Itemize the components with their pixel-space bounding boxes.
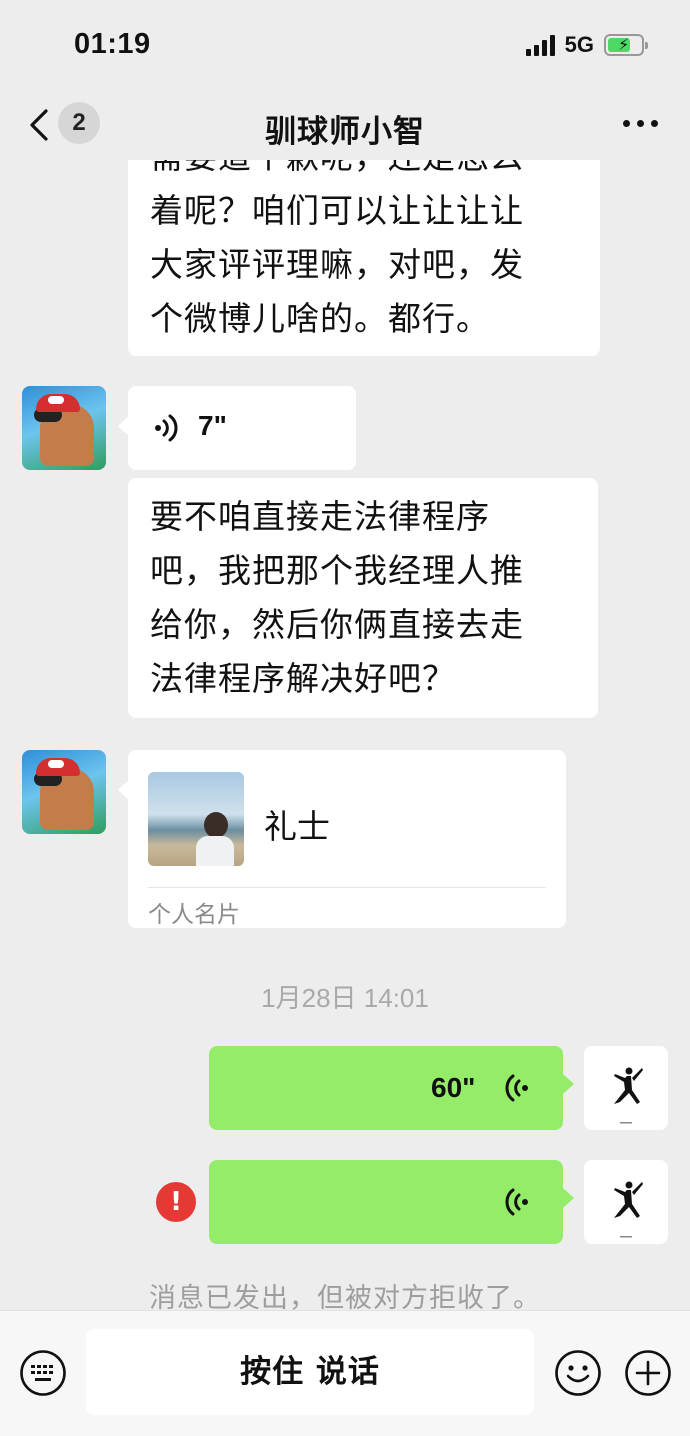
message-text-bubble[interactable]: 要不咱直接走法律程序 吧，我把那个我经理人推 给你，然后你俩直接去走 法律程序解… <box>128 478 598 718</box>
plus-icon[interactable] <box>624 1349 672 1397</box>
my-avatar[interactable] <box>584 1046 668 1130</box>
card-profile-photo <box>148 772 244 866</box>
card-contact-name: 礼士 <box>264 807 330 846</box>
voice-wave-icon <box>505 1188 528 1216</box>
voice-wave-icon <box>505 1074 528 1102</box>
contact-card-bubble[interactable]: 礼士 个人名片 <box>118 750 566 928</box>
jumpman-logo-icon <box>614 1181 643 1238</box>
message-line: 吧，我把那个我经理人推 <box>150 551 524 590</box>
message-line: 要不咱直接走法律程序 <box>150 497 490 536</box>
message-line: 给你，然后你俩直接去走 <box>150 605 524 644</box>
message-timestamp: 1月28日 14:01 <box>261 983 429 1013</box>
message-line: 需要道个歉呢，还是怎么 <box>150 160 578 184</box>
card-type-label: 个人名片 <box>148 902 240 928</box>
message-line: 法律程序解决好吧？ <box>150 659 456 698</box>
unread-count-badge[interactable]: 2 <box>58 102 100 144</box>
message-list[interactable]: 需要道个歉呢，还是怎么 着呢？咱们可以让让让让 大家评评理嘛，对吧，发 个微博儿… <box>0 160 690 1310</box>
hold-to-talk-button[interactable]: 按住 说话 <box>86 1329 534 1415</box>
my-avatar[interactable] <box>584 1160 668 1244</box>
voice-wave-icon <box>155 414 178 442</box>
message-text-bubble[interactable]: 需要道个歉呢，还是怎么 着呢？咱们可以让让让让 大家评评理嘛，对吧，发 个微博儿… <box>128 160 600 356</box>
chat-header: 驯球师小智 <box>0 90 690 160</box>
voice-duration: 7" <box>198 410 227 441</box>
rejected-notice: 消息已发出，但被对方拒收了。 <box>149 1283 541 1310</box>
battery-icon: ⚡ <box>604 34 648 56</box>
chat-title: 驯球师小智 <box>265 114 425 150</box>
sent-voice-bubble[interactable] <box>209 1160 574 1244</box>
send-failed-icon[interactable]: ! <box>156 1182 196 1222</box>
keyboard-icon[interactable] <box>19 1349 67 1397</box>
signal-icon <box>525 34 555 56</box>
status-time: 01:19 <box>74 28 151 60</box>
contact-avatar[interactable] <box>22 386 106 470</box>
network-type: 5G <box>564 32 594 57</box>
message-line: 大家评评理嘛，对吧，发 <box>150 245 524 284</box>
message-line: 着呢？咱们可以让让让让 <box>150 191 524 230</box>
contact-avatar[interactable] <box>22 750 106 834</box>
voice-message-bubble[interactable]: 7" <box>118 386 356 470</box>
sent-voice-bubble[interactable]: 60" <box>209 1046 574 1130</box>
input-bar: 按住 说话 <box>0 1310 690 1436</box>
more-icon[interactable] <box>623 120 658 127</box>
voice-duration: 60" <box>431 1072 476 1103</box>
status-bar: 01:19 5G ⚡ <box>0 0 690 90</box>
jumpman-logo-icon <box>614 1067 643 1124</box>
card-divider <box>148 887 546 888</box>
emoji-icon[interactable] <box>554 1349 602 1397</box>
status-indicators: 5G ⚡ <box>525 32 648 58</box>
message-line: 个微博儿啥的。都行。 <box>150 299 490 338</box>
